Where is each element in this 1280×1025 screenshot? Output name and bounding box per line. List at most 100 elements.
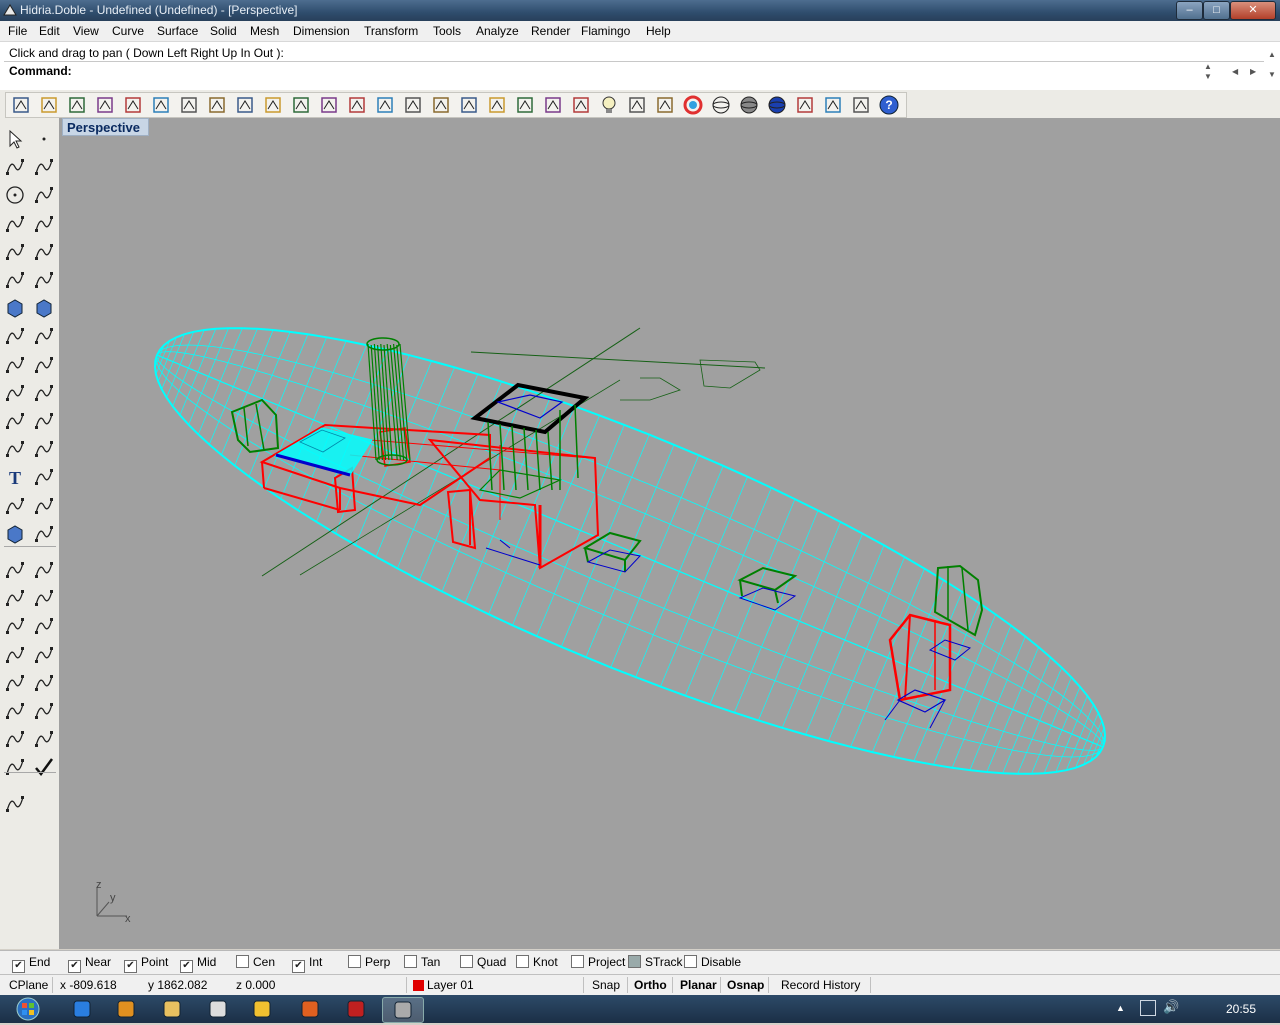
point-icon[interactable] bbox=[31, 126, 57, 152]
layer-swatch[interactable] bbox=[413, 980, 424, 991]
coordinates-icon[interactable] bbox=[2, 557, 28, 583]
save-icon[interactable] bbox=[65, 94, 89, 116]
menu-dimension[interactable]: Dimension bbox=[293, 24, 350, 38]
osnap-knot-checkbox[interactable] bbox=[516, 955, 529, 968]
spin-down-icon[interactable]: ▼ bbox=[1204, 72, 1212, 81]
osnap-point-checkbox[interactable] bbox=[124, 960, 137, 973]
gear-icon[interactable] bbox=[821, 94, 845, 116]
osnap-mid-checkbox[interactable] bbox=[180, 960, 193, 973]
command-input[interactable] bbox=[74, 63, 1194, 79]
menu-flamingo[interactable]: Flamingo bbox=[581, 24, 630, 38]
arc-icon[interactable] bbox=[2, 211, 28, 237]
osnap-near-checkbox[interactable] bbox=[68, 960, 81, 973]
shaded-sphere-icon[interactable] bbox=[737, 94, 761, 116]
menu-surface[interactable]: Surface bbox=[157, 24, 198, 38]
scroll-up-icon[interactable]: ▲ bbox=[1268, 50, 1276, 59]
osnap-cen-checkbox[interactable] bbox=[236, 955, 249, 968]
light-bulb-icon[interactable] bbox=[597, 94, 621, 116]
check-icon[interactable] bbox=[31, 754, 57, 780]
dimension-linear-icon[interactable] bbox=[31, 557, 57, 583]
print-icon[interactable] bbox=[93, 94, 117, 116]
copy-icon[interactable] bbox=[177, 94, 201, 116]
rhino-icon[interactable] bbox=[382, 997, 424, 1023]
rotate-icon[interactable] bbox=[2, 613, 28, 639]
section-icon[interactable] bbox=[2, 726, 28, 752]
osnap-int[interactable]: Int bbox=[292, 955, 322, 973]
osnap-knot[interactable]: Knot bbox=[516, 955, 558, 970]
media-player-icon[interactable] bbox=[106, 997, 146, 1021]
surface-corner-icon[interactable] bbox=[2, 267, 28, 293]
osnap-cen[interactable]: Cen bbox=[236, 955, 275, 970]
sphere-solid-icon[interactable] bbox=[31, 295, 57, 321]
offset-icon[interactable] bbox=[31, 436, 57, 462]
explode-icon[interactable] bbox=[31, 352, 57, 378]
transform-icon[interactable] bbox=[2, 670, 28, 696]
fillet-curve-icon[interactable] bbox=[31, 239, 57, 265]
bend-icon[interactable] bbox=[2, 436, 28, 462]
box-solid-icon[interactable] bbox=[2, 295, 28, 321]
minimize-button[interactable]: – bbox=[1176, 1, 1203, 20]
mirror-icon[interactable] bbox=[2, 642, 28, 668]
record-history-toggle[interactable]: Record History bbox=[781, 978, 860, 992]
osnap-disable-checkbox[interactable] bbox=[684, 955, 697, 968]
snap-toggle[interactable]: Snap bbox=[592, 978, 620, 992]
osnap-perp[interactable]: Perp bbox=[348, 955, 390, 970]
import-icon[interactable] bbox=[121, 94, 145, 116]
menu-view[interactable]: View bbox=[73, 24, 99, 38]
windows-start-icon[interactable] bbox=[6, 997, 46, 1021]
zebra-icon[interactable] bbox=[31, 670, 57, 696]
undo-icon[interactable] bbox=[233, 94, 257, 116]
ellipse-icon[interactable] bbox=[31, 182, 57, 208]
viewport-tab-perspective[interactable]: Perspective bbox=[62, 118, 149, 136]
osnap-toggle[interactable]: Osnap bbox=[727, 978, 764, 992]
plane-surface-icon[interactable] bbox=[31, 323, 57, 349]
curve-icon[interactable] bbox=[31, 154, 57, 180]
four-viewports-icon[interactable] bbox=[457, 94, 481, 116]
menu-mesh[interactable]: Mesh bbox=[250, 24, 279, 38]
polygon-icon[interactable] bbox=[2, 239, 28, 265]
layout-icon[interactable] bbox=[31, 642, 57, 668]
zoom-dynamic-icon[interactable] bbox=[317, 94, 341, 116]
osnap-project[interactable]: Project bbox=[571, 955, 625, 970]
polyline-icon[interactable] bbox=[2, 154, 28, 180]
osnap-strack[interactable]: STrack bbox=[628, 955, 683, 970]
menu-transform[interactable]: Transform bbox=[364, 24, 418, 38]
histogram-icon[interactable] bbox=[2, 791, 28, 817]
osnap-int-checkbox[interactable] bbox=[292, 960, 305, 973]
zoom-window-icon[interactable] bbox=[345, 94, 369, 116]
osnap-tan-checkbox[interactable] bbox=[404, 955, 417, 968]
rotate-view-icon[interactable] bbox=[289, 94, 313, 116]
osnap-near[interactable]: Near bbox=[68, 955, 111, 973]
undo-view-icon[interactable] bbox=[429, 94, 453, 116]
osnap-project-checkbox[interactable] bbox=[571, 955, 584, 968]
copy-object-icon[interactable] bbox=[2, 698, 28, 724]
boolean-union-icon[interactable] bbox=[2, 408, 28, 434]
messenger-icon[interactable] bbox=[242, 997, 282, 1021]
layer-name[interactable]: Layer 01 bbox=[427, 978, 474, 992]
text-icon[interactable]: T bbox=[2, 464, 28, 490]
points-icon[interactable] bbox=[569, 94, 593, 116]
volume-icon[interactable]: 🔊 bbox=[1163, 999, 1179, 1015]
filezilla-icon[interactable] bbox=[336, 997, 376, 1021]
menu-render[interactable]: Render bbox=[531, 24, 570, 38]
osnap-disable[interactable]: Disable bbox=[684, 955, 741, 970]
mesh-icon[interactable] bbox=[2, 380, 28, 406]
rectangle-icon[interactable] bbox=[31, 211, 57, 237]
flag-icon[interactable] bbox=[793, 94, 817, 116]
car-icon[interactable] bbox=[485, 94, 509, 116]
cplane-label[interactable]: CPlane bbox=[9, 978, 48, 992]
osnap-quad-checkbox[interactable] bbox=[460, 955, 473, 968]
osnap-mid[interactable]: Mid bbox=[180, 955, 216, 973]
select-arrow-icon[interactable] bbox=[2, 126, 28, 152]
new-file-icon[interactable] bbox=[9, 94, 33, 116]
split-icon[interactable] bbox=[31, 380, 57, 406]
boolean-icon[interactable] bbox=[2, 352, 28, 378]
dimension-icon[interactable] bbox=[31, 521, 57, 547]
options-icon[interactable] bbox=[849, 94, 873, 116]
planar-toggle[interactable]: Planar bbox=[680, 978, 717, 992]
osnap-strack-checkbox[interactable] bbox=[628, 955, 641, 968]
scale-icon[interactable] bbox=[31, 585, 57, 611]
help-icon[interactable]: ? bbox=[877, 94, 901, 116]
cplane-icon[interactable] bbox=[541, 94, 565, 116]
circle-icon[interactable] bbox=[2, 182, 28, 208]
